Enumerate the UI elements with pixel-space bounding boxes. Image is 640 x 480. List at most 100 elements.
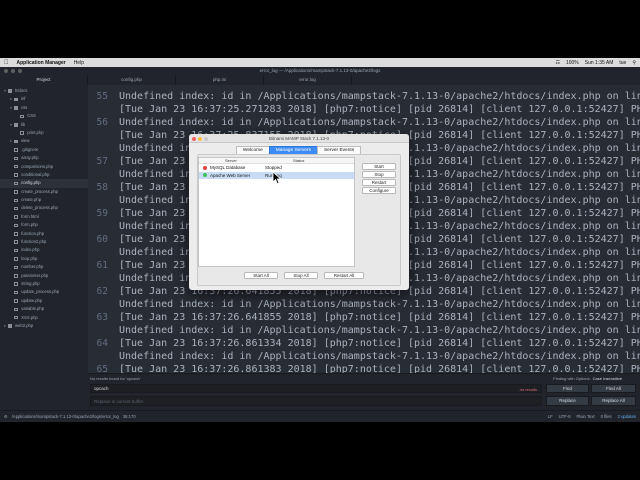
- tree-item[interactable]: ▸ view: [0, 137, 88, 145]
- tree-item[interactable]: config.php: [0, 179, 88, 188]
- status-encoding[interactable]: UTF-8: [559, 414, 571, 419]
- tree-item[interactable]: index.php: [0, 246, 88, 254]
- dialog-minimize-button[interactable]: [198, 136, 202, 141]
- restart-all-button[interactable]: Restart All: [324, 272, 364, 279]
- user-name[interactable]: tue: [619, 60, 626, 66]
- find-query: opcach: [94, 386, 109, 391]
- editor-line[interactable]: 65 [Tue Jan 23 16:37:26.861383 2018] [php…: [88, 363, 640, 373]
- tree-item[interactable]: string.php: [0, 280, 88, 288]
- restart-button[interactable]: Restart: [362, 179, 396, 186]
- search-icon[interactable]: ⚲: [632, 60, 636, 66]
- file-icon: [14, 181, 19, 186]
- tree-item[interactable]: number.php: [0, 263, 88, 271]
- tree-item[interactable]: ▾ lib: [0, 121, 88, 129]
- tree-item-label: .gitignore: [21, 146, 39, 152]
- stop-button[interactable]: Stop: [362, 171, 396, 178]
- dialog-close-button[interactable]: [192, 136, 196, 141]
- replace-all-button[interactable]: Replace All: [591, 396, 636, 406]
- status-file-path[interactable]: /Applications/mampstack-7.1.13-0/apache2…: [12, 414, 119, 419]
- tree-item[interactable]: parameter.php: [0, 272, 88, 280]
- tree-item[interactable]: create.php: [0, 196, 88, 204]
- tree-item[interactable]: ▾ css: [0, 104, 88, 112]
- editor-line[interactable]: Undefined index: id in /Applications/mam…: [88, 324, 640, 338]
- tree-item[interactable]: update_process.php: [0, 288, 88, 296]
- column-status[interactable]: Status: [261, 158, 321, 163]
- menu-app-name[interactable]: Application Manager: [17, 60, 66, 66]
- tree-item[interactable]: XSS.php: [0, 314, 88, 322]
- editor-line[interactable]: [Tue Jan 23 16:37:25.271283 2018] [php7:…: [88, 103, 640, 117]
- tree-item[interactable]: form.php: [0, 221, 88, 229]
- status-bar: ⚙ /Applications/mampstack-7.1.13-0/apach…: [0, 410, 640, 422]
- close-button[interactable]: [4, 69, 8, 73]
- editor-line[interactable]: 64 [Tue Jan 23 16:37:26.861334 2018] [php…: [88, 337, 640, 351]
- replace-input[interactable]: Replace in current buffer: [90, 396, 542, 406]
- menu-help[interactable]: Help: [74, 60, 84, 66]
- find-button[interactable]: Find: [546, 384, 589, 393]
- tree-item[interactable]: ▸ inf: [0, 95, 88, 103]
- tree-item-label: config.php: [21, 180, 41, 186]
- line-number: 55: [96, 91, 108, 102]
- tree-item[interactable]: loop.php: [0, 255, 88, 263]
- tab-error-log[interactable]: error.log: [264, 75, 352, 85]
- find-all-button[interactable]: Find All: [591, 384, 636, 393]
- tree-item[interactable]: ▸ web2.php: [0, 322, 88, 330]
- chevron-down-icon[interactable]: ▾: [4, 87, 6, 95]
- tree-item[interactable]: variable.php: [0, 305, 88, 313]
- chevron-down-icon[interactable]: ▾: [10, 104, 12, 112]
- tree-item[interactable]: .gitignore: [0, 146, 88, 154]
- editor-line[interactable]: Undefined index: id in /Applications/mam…: [88, 350, 640, 364]
- file-icon: [14, 315, 19, 320]
- chevron-right-icon[interactable]: ▸: [10, 95, 12, 103]
- apple-menu-icon[interactable]: : [4, 60, 9, 66]
- tree-item[interactable]: update.php: [0, 297, 88, 305]
- tree-item[interactable]: conditional.php: [0, 171, 88, 179]
- battery-percent[interactable]: 100%: [566, 60, 579, 66]
- tree-item-label: comparisons.php: [21, 163, 54, 169]
- line-number: 59: [96, 208, 108, 219]
- tab-project[interactable]: Project: [0, 75, 88, 85]
- tree-item[interactable]: form.html: [0, 213, 88, 221]
- tree-item[interactable]: delete_process.php: [0, 204, 88, 212]
- clock[interactable]: Sun 1:35 AM: [585, 60, 614, 66]
- replace-button[interactable]: Replace: [546, 396, 589, 406]
- tree-item[interactable]: array.php: [0, 154, 88, 162]
- tree-item-label: inf: [21, 96, 26, 102]
- dialog-zoom-button[interactable]: [204, 136, 208, 141]
- tree-item[interactable]: CSS: [0, 112, 88, 120]
- status-cursor-position[interactable]: 36:170: [123, 414, 136, 419]
- line-text: Undefined index: id in /Applications/mam…: [119, 351, 640, 362]
- settings-icon[interactable]: ⚙: [4, 414, 8, 419]
- start-button[interactable]: Start: [362, 163, 396, 170]
- editor-line[interactable]: 55 Undefined index: id in /Applications/m…: [88, 90, 640, 104]
- tree-item[interactable]: function.php: [0, 230, 88, 238]
- tree-item[interactable]: print.php: [0, 129, 88, 137]
- status-line-ending[interactable]: LF: [548, 414, 553, 419]
- editor-line[interactable]: 56 Undefined index: id in /Applications/m…: [88, 116, 640, 130]
- status-files[interactable]: 0 files: [601, 414, 612, 419]
- tab-config[interactable]: config.php: [88, 75, 176, 85]
- status-updates[interactable]: 2 updates: [618, 414, 636, 419]
- line-number: 62: [96, 286, 108, 297]
- file-icon: [14, 248, 19, 253]
- configure-button[interactable]: Configure: [362, 187, 396, 194]
- zoom-button[interactable]: [18, 69, 22, 73]
- tree-item[interactable]: ▾ htdocs: [0, 87, 88, 95]
- chevron-right-icon[interactable]: ▸: [10, 137, 12, 145]
- minimize-button[interactable]: [11, 69, 15, 73]
- status-grammar[interactable]: Plain Text: [577, 414, 595, 419]
- start-all-button[interactable]: Start All: [244, 272, 278, 279]
- tree-item[interactable]: function2.php: [0, 238, 88, 246]
- find-input[interactable]: opcach no results: [90, 384, 542, 393]
- tree-item[interactable]: create_process.php: [0, 188, 88, 196]
- chevron-down-icon[interactable]: ▾: [10, 121, 12, 129]
- editor-line[interactable]: 63 [Tue Jan 23 16:37:26.641855 2018] [php…: [88, 311, 640, 325]
- tree-item[interactable]: comparisons.php: [0, 163, 88, 171]
- wifi-icon[interactable]: ☶: [555, 60, 559, 66]
- column-server[interactable]: Server: [199, 158, 261, 163]
- editor-line[interactable]: Undefined index: id in /Applications/mam…: [88, 298, 640, 312]
- line-number: 56: [96, 117, 108, 128]
- stop-all-button[interactable]: Stop All: [284, 272, 318, 279]
- chevron-right-icon[interactable]: ▸: [4, 322, 6, 330]
- tab-php-ini[interactable]: php.ini: [176, 75, 264, 85]
